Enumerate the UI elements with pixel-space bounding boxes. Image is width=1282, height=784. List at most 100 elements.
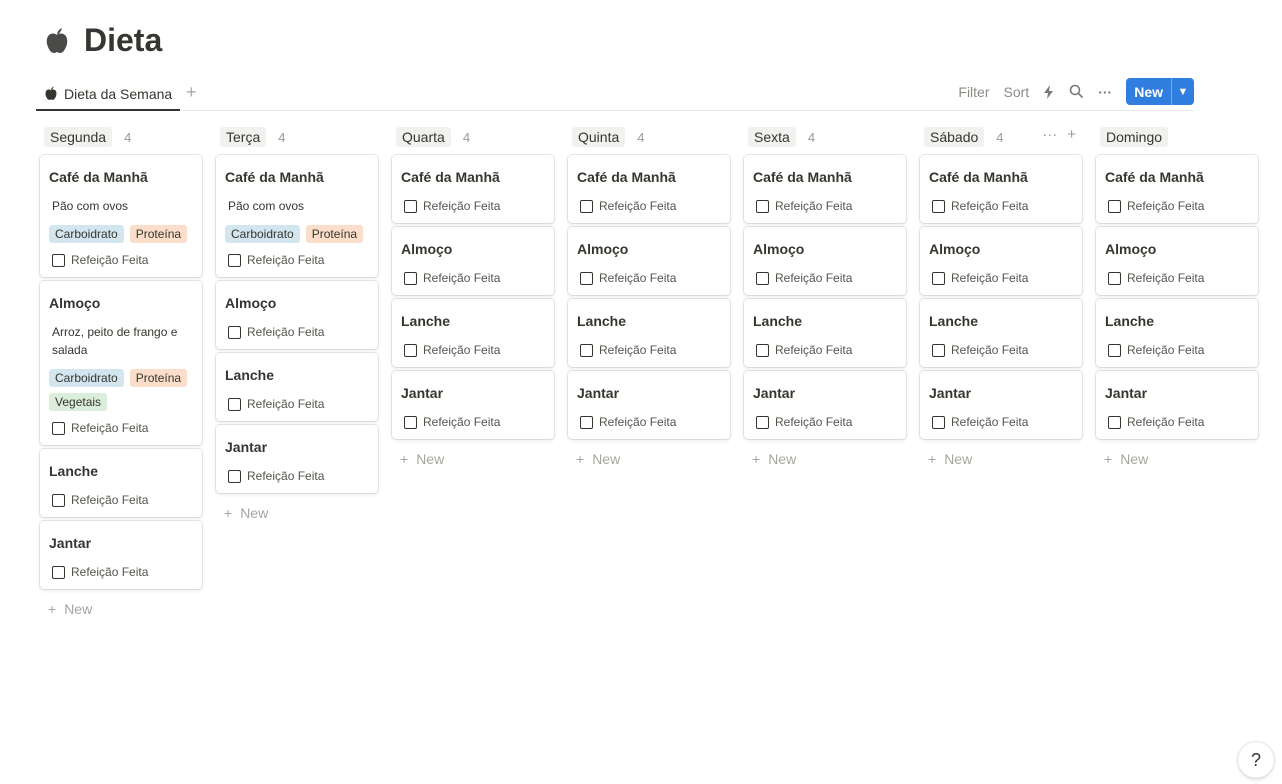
filter-button[interactable]: Filter: [958, 84, 989, 100]
meal-done-checkbox[interactable]: Refeição Feita: [52, 253, 193, 267]
meal-card[interactable]: Jantar Refeição Feita: [40, 521, 202, 589]
meal-done-checkbox[interactable]: Refeição Feita: [756, 415, 897, 429]
more-options-icon[interactable]: ···: [1098, 84, 1112, 100]
meal-card[interactable]: Café da Manhã Refeição Feita: [392, 155, 554, 223]
meal-done-checkbox[interactable]: Refeição Feita: [404, 415, 545, 429]
column-name[interactable]: Terça: [220, 127, 267, 147]
meal-card[interactable]: Café da Manhã Pão com ovos Carboidrato Prot…: [216, 155, 378, 277]
checkbox-icon[interactable]: [52, 421, 65, 435]
meal-card[interactable]: Lanche Refeição Feita: [568, 299, 730, 367]
meal-done-checkbox[interactable]: Refeição Feita: [52, 565, 193, 579]
column-name[interactable]: Quinta: [572, 127, 626, 147]
meal-done-checkbox[interactable]: Refeição Feita: [756, 271, 897, 285]
meal-card[interactable]: Almoço Refeição Feita: [392, 227, 554, 295]
meal-card[interactable]: Café da Manhã Refeição Feita: [920, 155, 1082, 223]
checkbox-icon[interactable]: [932, 343, 945, 357]
help-button[interactable]: ?: [1238, 742, 1274, 778]
checkbox-icon[interactable]: [756, 343, 769, 357]
column-name[interactable]: Sábado: [924, 127, 985, 147]
meal-card[interactable]: Café da Manhã Refeição Feita: [568, 155, 730, 223]
column-name[interactable]: Segunda: [44, 127, 113, 147]
meal-card[interactable]: Almoço Refeição Feita: [744, 227, 906, 295]
checkbox-icon[interactable]: [404, 343, 417, 357]
checkbox-icon[interactable]: [404, 199, 417, 213]
checkbox-icon[interactable]: [756, 415, 769, 429]
meal-card[interactable]: Lanche Refeição Feita: [1096, 299, 1258, 367]
meal-done-checkbox[interactable]: Refeição Feita: [52, 421, 193, 435]
meal-card[interactable]: Jantar Refeição Feita: [1096, 371, 1258, 439]
meal-done-checkbox[interactable]: Refeição Feita: [404, 271, 545, 285]
checkbox-icon[interactable]: [580, 343, 593, 357]
meal-done-checkbox[interactable]: Refeição Feita: [52, 493, 193, 507]
checkbox-icon[interactable]: [932, 415, 945, 429]
meal-done-checkbox[interactable]: Refeição Feita: [228, 253, 369, 267]
meal-card[interactable]: Jantar Refeição Feita: [920, 371, 1082, 439]
checkbox-icon[interactable]: [932, 271, 945, 285]
meal-card[interactable]: Almoço Refeição Feita: [920, 227, 1082, 295]
add-view-button[interactable]: +: [186, 82, 197, 103]
add-new-card-button[interactable]: + New: [744, 443, 906, 475]
new-button[interactable]: New ▼: [1126, 78, 1194, 105]
meal-done-checkbox[interactable]: Refeição Feita: [228, 469, 369, 483]
add-new-card-button[interactable]: + New: [392, 443, 554, 475]
checkbox-icon[interactable]: [404, 271, 417, 285]
checkbox-icon[interactable]: [52, 493, 65, 507]
meal-done-checkbox[interactable]: Refeição Feita: [932, 271, 1073, 285]
checkbox-icon[interactable]: [756, 271, 769, 285]
meal-done-checkbox[interactable]: Refeição Feita: [580, 199, 721, 213]
checkbox-icon[interactable]: [756, 199, 769, 213]
meal-done-checkbox[interactable]: Refeição Feita: [580, 343, 721, 357]
checkbox-icon[interactable]: [580, 271, 593, 285]
checkbox-icon[interactable]: [228, 253, 241, 267]
meal-done-checkbox[interactable]: Refeição Feita: [1108, 199, 1249, 213]
add-card-icon[interactable]: +: [1067, 126, 1076, 143]
meal-done-checkbox[interactable]: Refeição Feita: [228, 397, 369, 411]
checkbox-icon[interactable]: [580, 415, 593, 429]
checkbox-icon[interactable]: [404, 415, 417, 429]
checkbox-icon[interactable]: [228, 469, 241, 483]
chevron-down-icon[interactable]: ▼: [1172, 78, 1194, 105]
lightning-icon[interactable]: [1043, 84, 1055, 99]
meal-done-checkbox[interactable]: Refeição Feita: [756, 199, 897, 213]
meal-done-checkbox[interactable]: Refeição Feita: [404, 343, 545, 357]
meal-done-checkbox[interactable]: Refeição Feita: [756, 343, 897, 357]
checkbox-icon[interactable]: [1108, 415, 1121, 429]
checkbox-icon[interactable]: [228, 397, 241, 411]
meal-done-checkbox[interactable]: Refeição Feita: [580, 415, 721, 429]
meal-card[interactable]: Lanche Refeição Feita: [920, 299, 1082, 367]
checkbox-icon[interactable]: [228, 325, 241, 339]
meal-done-checkbox[interactable]: Refeição Feita: [932, 415, 1073, 429]
checkbox-icon[interactable]: [52, 565, 65, 579]
meal-done-checkbox[interactable]: Refeição Feita: [1108, 271, 1249, 285]
add-new-card-button[interactable]: + New: [920, 443, 1082, 475]
meal-card[interactable]: Jantar Refeição Feita: [392, 371, 554, 439]
meal-card[interactable]: Almoço Refeição Feita: [216, 281, 378, 349]
meal-done-checkbox[interactable]: Refeição Feita: [404, 199, 545, 213]
checkbox-icon[interactable]: [932, 199, 945, 213]
checkbox-icon[interactable]: [1108, 343, 1121, 357]
meal-done-checkbox[interactable]: Refeição Feita: [580, 271, 721, 285]
meal-card[interactable]: Jantar Refeição Feita: [568, 371, 730, 439]
meal-done-checkbox[interactable]: Refeição Feita: [228, 325, 369, 339]
column-name[interactable]: Quarta: [396, 127, 451, 147]
checkbox-icon[interactable]: [580, 199, 593, 213]
add-new-card-button[interactable]: + New: [216, 497, 378, 529]
meal-done-checkbox[interactable]: Refeição Feita: [932, 343, 1073, 357]
meal-card[interactable]: Jantar Refeição Feita: [744, 371, 906, 439]
add-new-card-button[interactable]: + New: [40, 593, 202, 625]
meal-card[interactable]: Café da Manhã Refeição Feita: [1096, 155, 1258, 223]
sort-button[interactable]: Sort: [1004, 84, 1030, 100]
meal-card[interactable]: Almoço Refeição Feita: [1096, 227, 1258, 295]
column-name[interactable]: Domingo: [1100, 127, 1169, 147]
checkbox-icon[interactable]: [52, 253, 65, 267]
add-new-card-button[interactable]: + New: [568, 443, 730, 475]
meal-card[interactable]: Café da Manhã Pão com ovos Carboidrato Prot…: [40, 155, 202, 277]
more-options-icon[interactable]: ···: [1042, 126, 1057, 143]
meal-done-checkbox[interactable]: Refeição Feita: [1108, 415, 1249, 429]
column-name[interactable]: Sexta: [748, 127, 796, 147]
meal-done-checkbox[interactable]: Refeição Feita: [932, 199, 1073, 213]
meal-card[interactable]: Lanche Refeição Feita: [40, 449, 202, 517]
tab-dieta-da-semana[interactable]: Dieta da Semana: [36, 78, 181, 111]
add-new-card-button[interactable]: + New: [1096, 443, 1258, 475]
meal-card[interactable]: Lanche Refeição Feita: [392, 299, 554, 367]
